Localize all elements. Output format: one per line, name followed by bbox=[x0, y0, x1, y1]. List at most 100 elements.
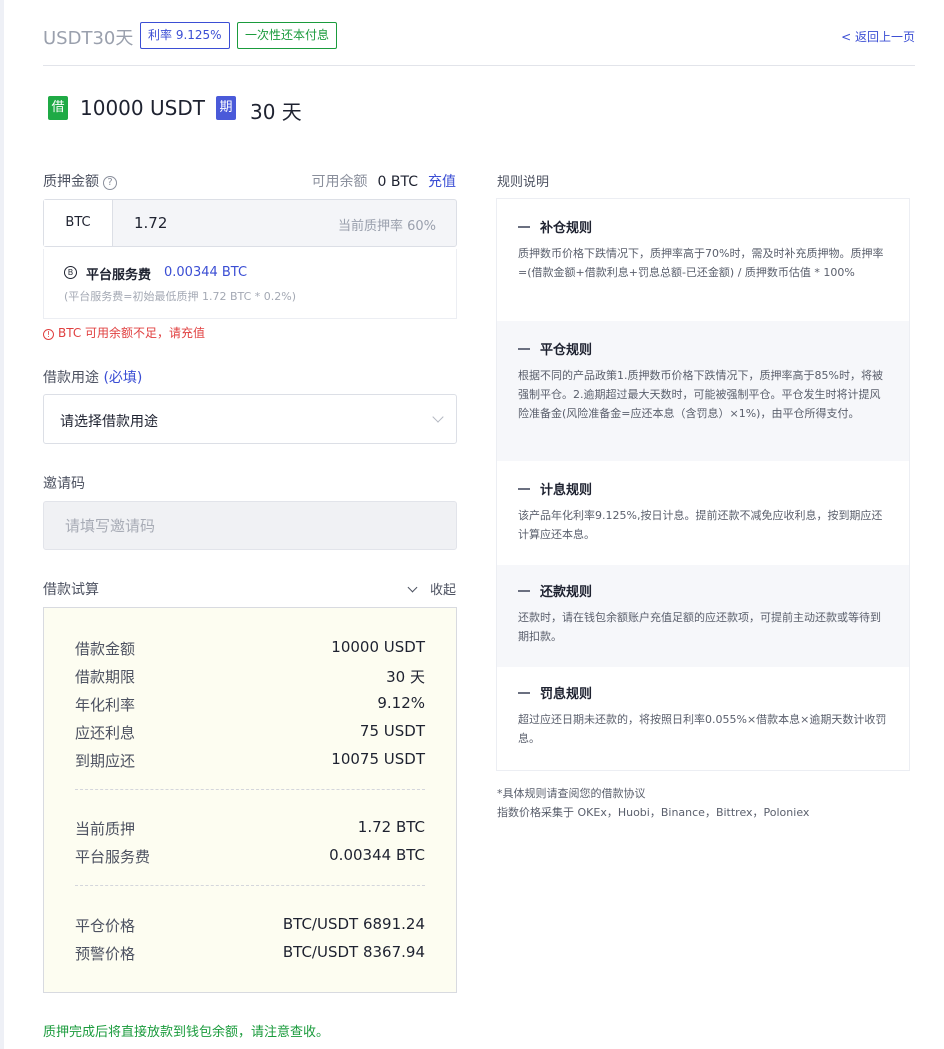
rule-heading: 还款规则 bbox=[518, 581, 592, 600]
rule-text: 质押数币价格下跌情况下，质押率高于70%时，需及时补充质押物。质押率=(借款金额… bbox=[518, 247, 884, 279]
calc-row-label: 预警价格 bbox=[75, 945, 136, 963]
calc-label: 借款试算 bbox=[43, 582, 99, 598]
page-title: USDT30天 bbox=[43, 28, 134, 49]
balance-error-text: BTC 可用余额不足，请充值 bbox=[58, 326, 206, 340]
calc-row: 借款金额 10000 USDT bbox=[75, 638, 425, 660]
rule-text: 还款时，请在钱包余额账户充值足额的应还款项，可提前主动还款或等待到期扣款。 bbox=[518, 611, 881, 643]
coin-icon: B bbox=[64, 266, 77, 279]
calc-row-value: BTC/USDT 8367.94 bbox=[282, 943, 425, 961]
purpose-select[interactable]: 请选择借款用途 bbox=[43, 394, 457, 444]
rule-interest: 计息规则 该产品年化利率9.125%,按日计息。提前还款不减免应收利息，按到期应… bbox=[497, 461, 909, 565]
rules-footnote-agreement: *具体规则请查阅您的借款协议 bbox=[497, 787, 646, 800]
service-fee-box: B 平台服务费 0.00344 BTC (平台服务费=初始最低质押 1.72 B… bbox=[43, 249, 457, 319]
available-balance: 可用余额 0 BTC 充值 bbox=[312, 171, 456, 191]
collateral-currency[interactable]: BTC bbox=[44, 200, 113, 246]
dash-icon bbox=[518, 348, 530, 350]
divider bbox=[75, 789, 425, 790]
repay-type-tag: 一次性还本付息 bbox=[237, 22, 338, 49]
invite-label: 邀请码 bbox=[43, 476, 85, 492]
collateral-label-text: 质押金额 bbox=[43, 174, 99, 190]
dash-icon bbox=[518, 692, 530, 694]
divider bbox=[75, 885, 425, 886]
calc-row: 借款期限 30 天 bbox=[75, 666, 425, 688]
rules-footnote-index: 指数价格采集于 OKEx，Huobi，Binance，Bittrex，Polon… bbox=[497, 806, 810, 819]
calc-row-value: 0.00344 BTC bbox=[329, 846, 425, 864]
calc-row: 平仓价格 BTC/USDT 6891.24 bbox=[75, 915, 425, 937]
invite-code-input[interactable] bbox=[43, 501, 457, 550]
collapse-label[interactable]: 收起 bbox=[430, 583, 456, 598]
loan-amount: 10000 USDT bbox=[80, 96, 205, 120]
purpose-label: 借款用途 (必填) bbox=[43, 367, 142, 387]
calc-row-label: 借款期限 bbox=[75, 668, 136, 686]
calc-row: 预警价格 BTC/USDT 8367.94 bbox=[75, 943, 425, 965]
rule-text: 根据不同的产品政策1.质押数币价格下跌情况下，质押率高于85%时，将被强制平仓。… bbox=[518, 369, 883, 420]
rule-text: 超过应还日期未还款的，将按照日利率0.055%×借款本息×逾期天数计收罚息。 bbox=[518, 713, 887, 745]
rate-tag: 利率 9.125% bbox=[140, 22, 230, 49]
calc-row-label: 当前质押 bbox=[75, 820, 136, 838]
rule-text: 该产品年化利率9.125%,按日计息。提前还款不减免应收利息，按到期应还计算应还… bbox=[518, 509, 883, 541]
service-fee-label: 平台服务费 bbox=[86, 268, 152, 283]
header-divider bbox=[43, 65, 915, 66]
rule-heading-text: 平仓规则 bbox=[540, 343, 593, 358]
calc-row-label: 平仓价格 bbox=[75, 917, 136, 935]
rules-title: 规则说明 bbox=[497, 175, 550, 190]
left-rail bbox=[0, 0, 4, 1049]
help-icon[interactable]: ? bbox=[103, 176, 117, 190]
calc-row-value: 75 USDT bbox=[359, 722, 425, 740]
calc-row-value: 30 天 bbox=[386, 668, 425, 686]
calc-row-value: 1.72 BTC bbox=[357, 818, 425, 836]
rule-heading: 平仓规则 bbox=[518, 339, 592, 358]
rule-heading-text: 计息规则 bbox=[540, 483, 593, 498]
collateral-value[interactable]: 1.72 bbox=[134, 214, 167, 232]
rule-repayment: 还款规则 还款时，请在钱包余额账户充值足额的应还款项，可提前主动还款或等待到期扣… bbox=[497, 565, 909, 667]
required-mark: (必填) bbox=[103, 370, 143, 386]
calc-row-value: BTC/USDT 6891.24 bbox=[282, 915, 425, 933]
loan-calculation: 借款金额 10000 USDT 借款期限 30 天 年化利率 9.12% 应还利息 75… bbox=[43, 607, 457, 993]
calc-row-label: 平台服务费 bbox=[75, 848, 151, 866]
calc-row-value: 10000 USDT bbox=[331, 638, 425, 656]
calc-row: 年化利率 9.12% bbox=[75, 694, 425, 716]
balance-value: 0 BTC bbox=[377, 174, 418, 190]
calc-row-label: 借款金额 bbox=[75, 640, 136, 658]
dash-icon bbox=[518, 226, 530, 228]
rule-heading: 补仓规则 bbox=[518, 217, 592, 236]
calc-row-label: 到期应还 bbox=[75, 752, 136, 770]
chevron-down-icon[interactable] bbox=[432, 411, 444, 423]
rule-penalty: 罚息规则 超过应还日期未还款的，将按照日利率0.055%×借款本息×逾期天数计收… bbox=[497, 667, 909, 770]
rule-heading-text: 还款规则 bbox=[540, 585, 593, 600]
rule-heading: 罚息规则 bbox=[518, 683, 592, 702]
dash-icon bbox=[518, 488, 530, 490]
calc-row: 平台服务费 0.00344 BTC bbox=[75, 846, 425, 868]
rule-heading-text: 罚息规则 bbox=[540, 687, 593, 702]
recharge-link[interactable]: 充值 bbox=[428, 174, 456, 190]
collateral-label: 质押金额? bbox=[43, 171, 117, 191]
calc-row-value: 9.12% bbox=[377, 694, 425, 712]
purpose-select-value[interactable]: 请选择借款用途 bbox=[60, 411, 158, 431]
rule-heading: 计息规则 bbox=[518, 479, 592, 498]
calc-row: 应还利息 75 USDT bbox=[75, 722, 425, 744]
calc-row: 当前质押 1.72 BTC bbox=[75, 818, 425, 840]
collapse-toggle[interactable]: 收起 bbox=[407, 579, 456, 598]
calc-row-label: 应还利息 bbox=[75, 724, 136, 742]
borrow-icon: 借 bbox=[48, 96, 68, 120]
calc-row: 到期应还 10075 USDT bbox=[75, 750, 425, 772]
page-header: USDT30天 利率 9.125% 一次性还本付息 < 返回上一页 bbox=[43, 22, 915, 50]
loan-term: 30 天 bbox=[250, 100, 302, 124]
collateral-rate: 当前质押率 60% bbox=[337, 219, 436, 234]
service-fee-note: (平台服务费=初始最低质押 1.72 BTC * 0.2%) bbox=[64, 290, 297, 303]
back-link[interactable]: < 返回上一页 bbox=[841, 28, 915, 45]
rules-panel: 补仓规则 质押数币价格下跌情况下，质押率高于70%时，需及时补充质押物。质押率=… bbox=[496, 198, 910, 771]
calc-row-label: 年化利率 bbox=[75, 696, 136, 714]
purpose-label-text: 借款用途 bbox=[43, 370, 99, 386]
balance-error: ! BTC 可用余额不足，请充值 bbox=[43, 324, 205, 341]
error-icon: ! bbox=[43, 329, 54, 340]
chevron-down-icon[interactable] bbox=[407, 582, 418, 593]
collateral-input[interactable]: BTC 1.72 当前质押率 60% bbox=[43, 199, 457, 247]
rule-liquidation: 平仓规则 根据不同的产品政策1.质押数币价格下跌情况下，质押率高于85%时，将被… bbox=[497, 321, 909, 461]
rule-margin-call: 补仓规则 质押数币价格下跌情况下，质押率高于70%时，需及时补充质押物。质押率=… bbox=[497, 199, 909, 321]
rule-heading-text: 补仓规则 bbox=[540, 221, 593, 236]
term-icon: 期 bbox=[216, 96, 236, 120]
balance-label: 可用余额 bbox=[311, 174, 368, 190]
calc-row-value: 10075 USDT bbox=[331, 750, 425, 768]
service-fee-value: 0.00344 BTC bbox=[164, 265, 248, 280]
